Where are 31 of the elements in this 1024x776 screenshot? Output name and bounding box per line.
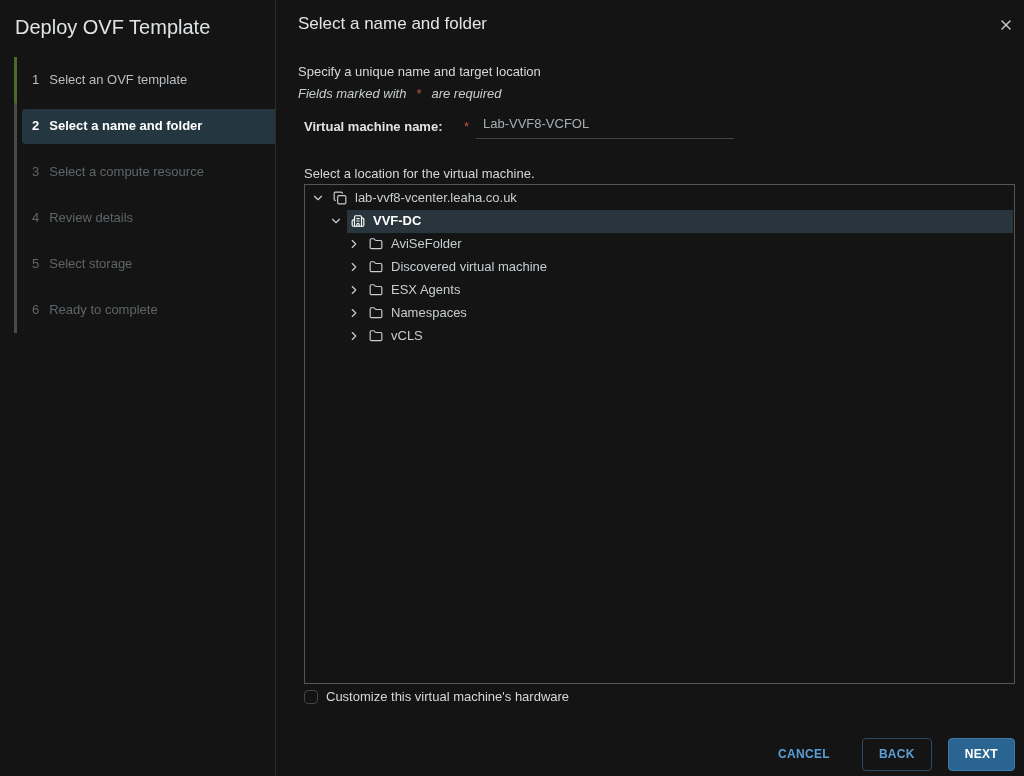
tree-item[interactable]: Discovered virtual machine	[365, 255, 1013, 279]
page-title: Select a name and folder	[298, 13, 487, 35]
name-input[interactable]: Lab-VVF8-VCFOL	[476, 114, 734, 139]
tree-item[interactable]: lab-vvf8-vcenter.leaha.co.uk	[329, 186, 1013, 210]
required-note: Fields marked with	[298, 84, 407, 103]
action-button[interactable]: NEXT	[947, 737, 1015, 771]
dialog-title: Deploy OVF Template	[14, 15, 212, 40]
folder-icon	[369, 283, 383, 297]
tree-item[interactable]: VVF-DC	[347, 209, 1013, 233]
folder-icon	[369, 329, 383, 343]
folder-icon	[369, 237, 383, 251]
checkbox-label: Customize this virtual machine's hardware	[326, 687, 570, 706]
field-label: Virtual machine name:	[304, 117, 444, 136]
wizard-step[interactable]: 2 Select a name and folder	[22, 108, 275, 144]
tree-item[interactable]: Namespaces	[365, 301, 1013, 325]
link-button[interactable]: CANCEL	[762, 737, 846, 771]
required-note: are required	[431, 84, 502, 103]
subtitle: Specify a unique name and target location	[298, 62, 542, 81]
building-icon	[351, 214, 365, 228]
stacked-squares-icon	[333, 191, 347, 205]
tree-item[interactable]: ESX Agents	[365, 278, 1013, 302]
required-mark: *	[416, 84, 422, 103]
checkbox[interactable]	[304, 689, 318, 704]
wizard-step[interactable]: 1 Select an OVF template	[22, 62, 275, 98]
folder-icon	[369, 306, 383, 320]
action-button[interactable]: BACK	[861, 737, 932, 771]
tree-item[interactable]: AviSeFolder	[365, 232, 1013, 256]
tree-item[interactable]: vCLS	[365, 324, 1013, 348]
folder-icon	[369, 260, 383, 274]
required-mark: *	[464, 117, 471, 136]
location-label: Select a location for the virtual machine.	[303, 164, 536, 183]
